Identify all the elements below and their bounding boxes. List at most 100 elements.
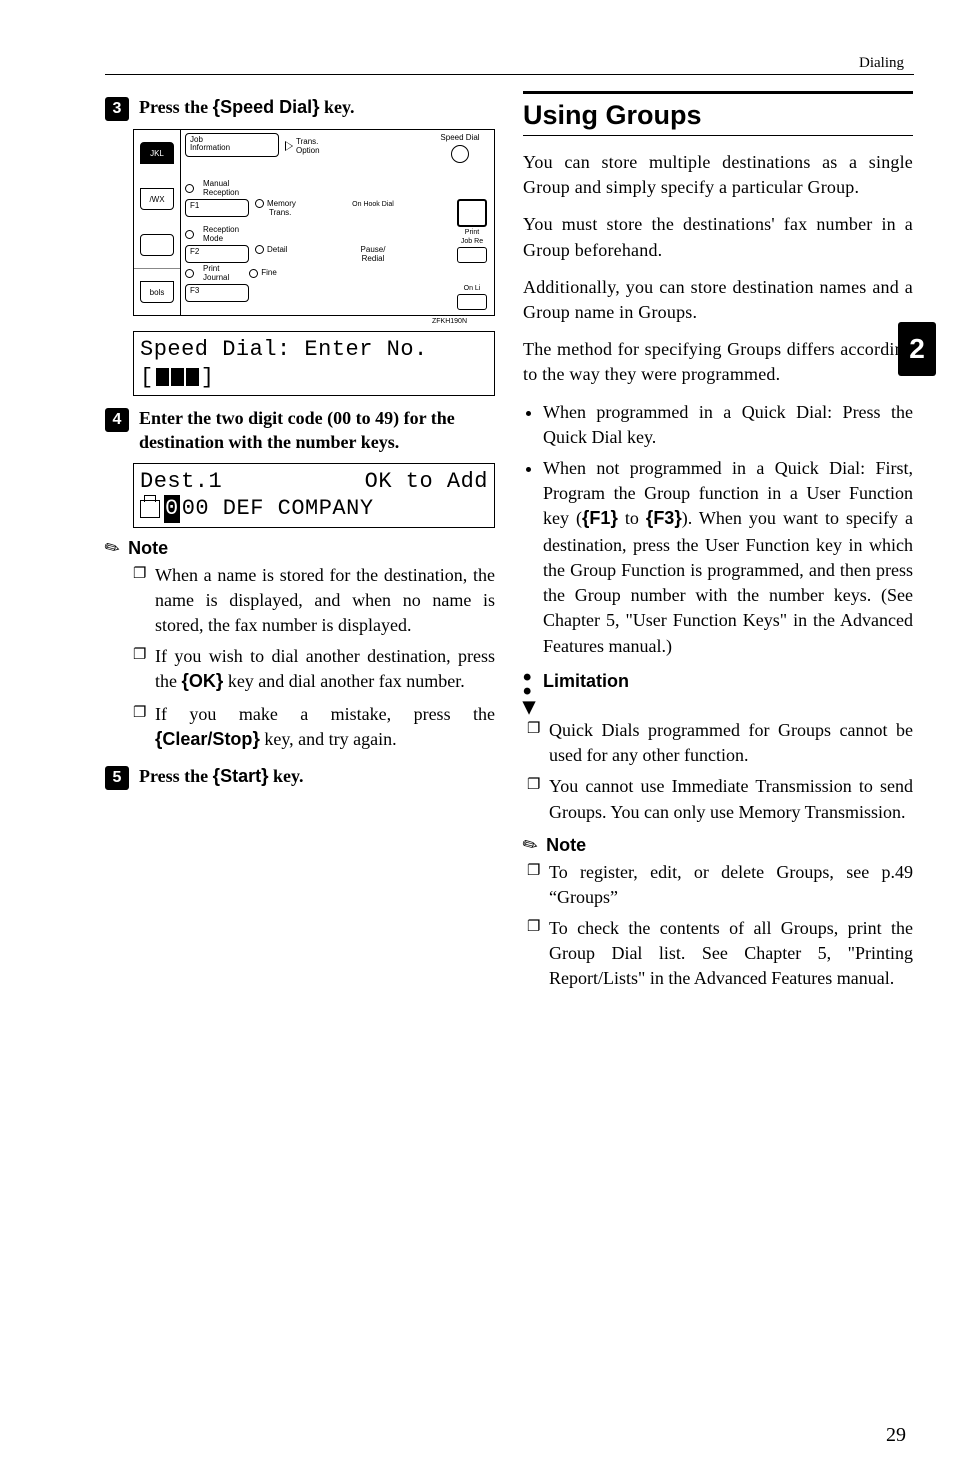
step-5-text: Press the {Start} key. [139,764,304,790]
key-bols: bols [134,268,180,315]
led-icon [255,199,264,208]
limitation-list: Quick Dials programmed for Groups cannot… [523,718,913,825]
para-2: You must store the destinations' fax num… [523,212,913,262]
manual-reception-label: Manual Reception [203,179,239,197]
rbracket: } [312,97,319,118]
cursor-char [156,368,169,386]
job-info-key: Job Information [185,133,279,157]
keypad-illustration: JKL /WX bols Job Information [133,129,495,316]
note-label-left: Note [128,538,168,559]
jobre-key [457,247,487,263]
step-3-text: Press the {Speed Dial} key. [139,95,355,121]
jkl-label: JKL [140,142,174,164]
lcd1-rb: ] [201,364,215,392]
lcd1-lb: [ [140,364,154,392]
limitation-icon: ••▾ [523,669,535,714]
lcd-2: Dest.1 OK to Add 000 DEF COMPANY [133,463,495,528]
section-heading: Using Groups [523,100,913,131]
key-jkl: JKL [134,130,180,176]
step3-a: Press the [139,97,213,117]
note-item-3: If you make a mistake, press the {Clear/… [133,702,495,754]
lbracket: { [213,97,220,118]
speed-dial-button-icon [451,145,469,163]
trans-option-key: Trans. Option [285,133,424,155]
onli-label: On Li [454,285,490,292]
job-b: Information [190,143,230,152]
print-journal-label: Print Journal [203,264,229,282]
page-number: 29 [886,1424,906,1447]
rnote-1: To register, edit, or delete Groups, see… [527,860,913,910]
pause-redial: Pause/Redial [341,245,405,263]
para-4: The method for specifying Groups differs… [523,337,913,387]
b2-mid: to [618,508,646,528]
reception-mode-label: Reception Mode [203,225,239,243]
note-heading-left: ✎ Note [105,538,495,559]
note-heading-right: ✎ Note [523,835,913,856]
f3-keycap: F3 [653,508,674,528]
pencil-icon: ✎ [519,832,543,858]
step-3: 3 Press the {Speed Dial} key. [105,95,495,121]
s5b: key. [268,766,303,786]
print-label: Print [454,229,490,236]
f2-key: F2 [185,245,249,263]
b2-post: ). When you want to specify a destinatio… [543,508,913,655]
detail-label: Detail [255,245,335,254]
limit-2: You cannot use Immediate Transmission to… [527,774,913,824]
running-head: Dialing [105,55,914,72]
bullet-2: When not programmed in a Quick Dial: Fir… [543,456,913,659]
speed-dial-key: Speed Dial [430,133,490,163]
step-5: 5 Press the {Start} key. [105,764,495,790]
step3-b: key. [320,97,355,117]
step-num-5: 5 [105,766,129,790]
memory-trans: Memory Trans. [255,199,335,217]
note-item-2: If you wish to dial another destination,… [133,644,495,696]
bullet-1: When programmed in a Quick Dial: Press t… [543,400,913,450]
lcd1-line1: Speed Dial: Enter No. [140,336,488,364]
limit-1: Quick Dials programmed for Groups cannot… [527,718,913,768]
print-key [457,199,487,227]
key-blank-left [134,222,180,268]
ok-keycap: OK [189,671,216,691]
step-num-3: 3 [105,97,129,121]
start-keycap: Start [220,766,261,786]
limitation-label: Limitation [543,669,629,692]
highlighted-char: 0 [164,495,180,523]
n3-post: key, and try again. [260,729,397,749]
reception-mode-row: Reception Mode [185,225,450,243]
s5a: Press the [139,766,213,786]
left-column: 3 Press the {Speed Dial} key. JKL /WX [105,89,495,1002]
lcd2-line2: 000 DEF COMPANY [140,495,488,523]
speed-dial-keycap: Speed Dial [220,97,312,117]
rnote-2: To check the contents of all Groups, pri… [527,916,913,992]
on-hook-dial: On Hook Dial [341,199,405,224]
onli-key [457,294,487,310]
clearstop-keycap: Clear/Stop [162,729,252,749]
step-num-4: 4 [105,408,129,432]
manual-reception-row: Manual Reception [185,179,490,197]
figure-code: ZFKH190N [105,318,467,325]
f1-key: F1 [185,199,249,217]
step-4-text: Enter the two digit code (00 to 49) for … [139,406,495,455]
trans-b: Option [296,146,320,155]
note-list-left: When a name is stored for the destinatio… [105,563,495,754]
solid-block-1 [171,368,184,386]
para-3: Additionally, you can store destination … [523,275,913,325]
fax-icon [140,500,160,518]
chapter-tab: 2 [898,322,936,376]
led-icon [185,230,194,239]
n3-pre: If you make a mistake, press the [155,704,495,724]
lcd-1: Speed Dial: Enter No. [ ] [133,331,495,396]
f3-key: F3 [185,284,249,302]
triangle-icon [285,141,293,151]
lcd1-line2: [ ] [140,364,488,392]
wx-label: /WX [140,188,174,210]
led-icon [185,184,194,193]
fine-label: Fine [261,268,277,277]
trans-a: Trans. [296,137,318,146]
led-icon [185,269,194,278]
pencil-icon: ✎ [101,535,125,561]
solid-block-2 [186,368,199,386]
lcd2-company: 00 DEF COMPANY [182,495,374,523]
lcd2-oktoadd: OK to Add [365,468,488,496]
lcd2-line1: Dest.1 OK to Add [140,468,488,496]
